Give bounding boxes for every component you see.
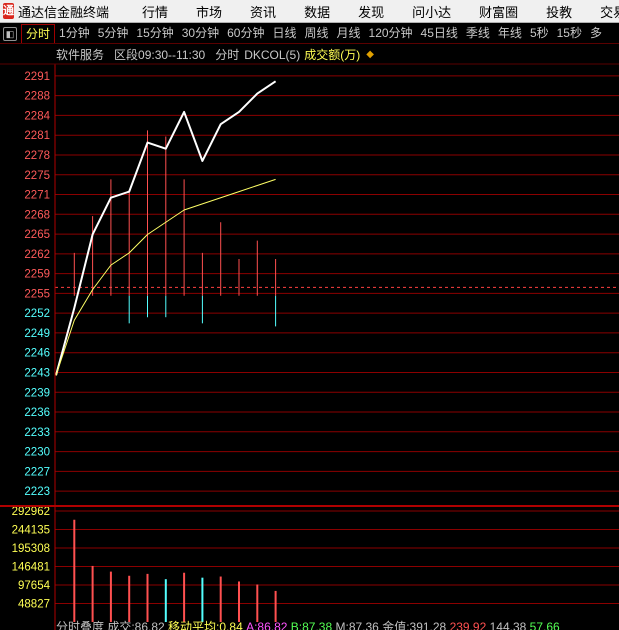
- volume-tick-label: 146481: [12, 562, 50, 574]
- status-value: 金值:391.28: [378, 620, 447, 630]
- intraday-chart[interactable]: 2291 2288 2284 2281 2278 2275 2271 2268 2265 2262…: [0, 0, 619, 630]
- price-tick-label: 2239: [24, 387, 50, 399]
- price-bars: [73, 130, 277, 327]
- price-tick-label: 2284: [24, 110, 50, 122]
- price-tick-label: 2265: [24, 229, 50, 241]
- status-value: A:86.82: [242, 620, 288, 630]
- price-tick-label: 2262: [24, 249, 50, 261]
- price-tick-label: 2223: [24, 486, 50, 498]
- price-tick-label: 2243: [24, 367, 50, 379]
- status-value: 分时叠度: [56, 620, 105, 630]
- volume-axis: 292962 244135 195308 146481 97654 48827: [12, 506, 51, 611]
- price-tick-label: 2255: [24, 288, 50, 300]
- price-tick-label: 2271: [24, 190, 50, 202]
- status-value: 成交:86.82: [104, 620, 165, 630]
- volume-grid: [55, 510, 619, 604]
- price-tick-label: 2233: [24, 427, 50, 439]
- status-value: 239.92: [446, 620, 487, 630]
- chart-frame: [0, 63, 619, 630]
- price-tick-label: 2291: [24, 71, 50, 83]
- volume-tick-label: 48827: [18, 599, 50, 611]
- volume-bars: [73, 519, 277, 622]
- volume-tick-label: 195308: [12, 543, 50, 555]
- price-tick-label: 2278: [24, 150, 50, 162]
- status-value: 57.66: [526, 620, 560, 630]
- price-tick-label: 2236: [24, 407, 50, 419]
- price-tick-label: 2275: [24, 170, 50, 182]
- volume-tick-label: 292962: [12, 506, 50, 518]
- volume-tick-label: 97654: [18, 580, 51, 592]
- price-tick-label: 2268: [24, 209, 50, 221]
- price-tick-label: 2246: [24, 348, 50, 360]
- price-tick-label: 2259: [24, 269, 50, 281]
- volume-tick-label: 244135: [12, 525, 50, 537]
- price-tick-label: 2227: [24, 466, 50, 478]
- status-readout: 分时叠度 成交:86.82 移动平均:0.84 A:86.82 B:87.38 …: [56, 620, 619, 630]
- price-grid: [55, 75, 619, 492]
- price-tick-label: 2281: [24, 130, 50, 142]
- price-axis: 2291 2288 2284 2281 2278 2275 2271 2268 2265 2262…: [24, 71, 50, 498]
- price-tick-label: 2252: [24, 308, 50, 320]
- status-value: B:87.38: [287, 620, 333, 630]
- status-value: 144.38: [486, 620, 527, 630]
- status-value: 移动平均:0.84: [164, 620, 243, 630]
- status-value: M:87.36: [332, 620, 379, 630]
- price-tick-label: 2230: [24, 447, 50, 459]
- price-tick-label: 2249: [24, 328, 50, 340]
- price-tick-label: 2288: [24, 91, 50, 103]
